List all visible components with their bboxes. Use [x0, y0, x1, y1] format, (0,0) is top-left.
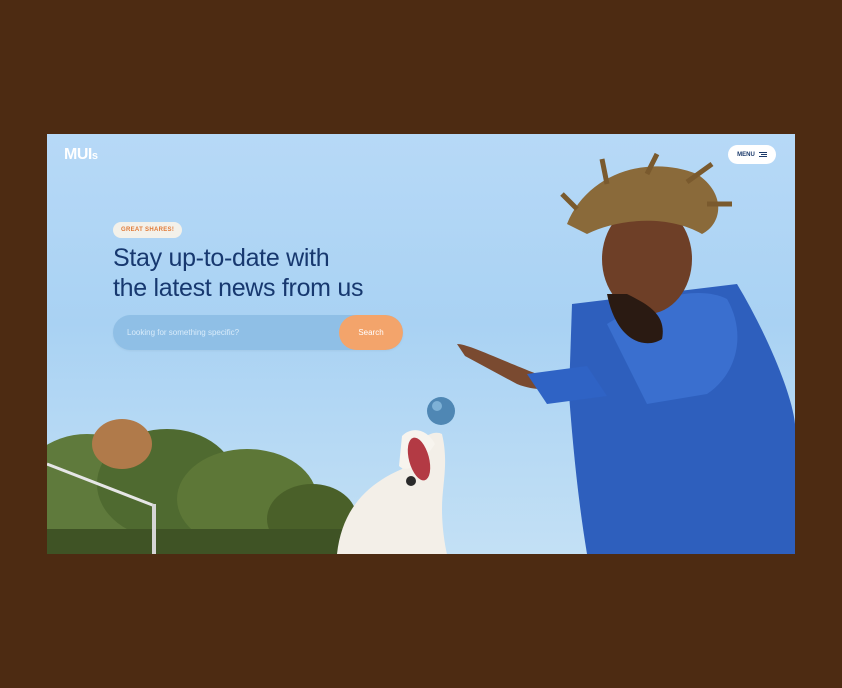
search-button[interactable]: Search [339, 315, 403, 350]
hero-badge: GREAT SHARES! [113, 222, 183, 238]
man-image [457, 152, 795, 554]
logo-text: MUI [64, 146, 92, 163]
trees-image [47, 419, 367, 554]
menu-label: MENU [737, 151, 755, 158]
search-input[interactable] [113, 315, 333, 350]
hero-frame: MUIs MENU GREAT SHARES! Stay up-to-date … [47, 134, 795, 554]
logo-suffix: s [91, 150, 98, 162]
menu-button[interactable]: MENU [728, 145, 776, 164]
brand-logo[interactable]: MUIs [64, 146, 98, 164]
dog-image [337, 430, 447, 554]
hamburger-icon [758, 152, 767, 157]
search-bar: Search [113, 315, 403, 350]
headline-line-2: the latest news from us [113, 274, 364, 302]
hero-headline: Stay up-to-date with the latest news fro… [113, 243, 423, 303]
ball-image [427, 397, 455, 425]
headline-line-1: Stay up-to-date with [113, 244, 330, 272]
